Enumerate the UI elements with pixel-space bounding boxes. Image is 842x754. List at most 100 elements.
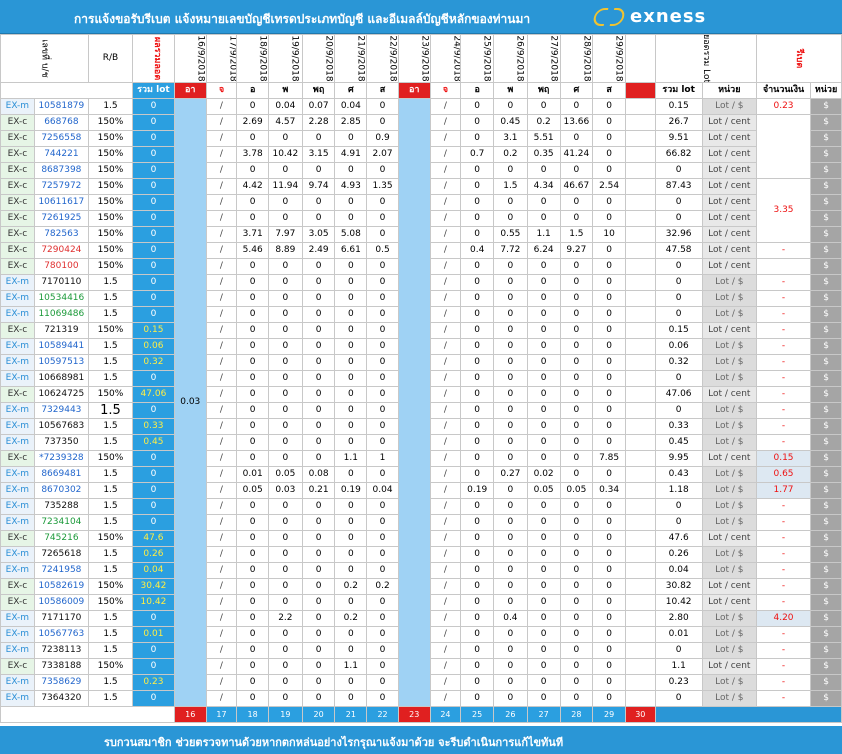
daily-lot: 13.66 <box>559 114 594 131</box>
total-lot: 2.80 <box>654 610 703 627</box>
daily-lot: 2.69 <box>236 114 269 131</box>
daily-lot: 0 <box>268 370 303 387</box>
currency-symbol: $ <box>810 466 842 483</box>
daily-lot: 0 <box>592 434 626 451</box>
daily-lot: 0 <box>268 594 303 611</box>
daily-lot: 0 <box>460 306 495 323</box>
daily-lot: / <box>205 98 238 115</box>
account-number: 10624725 <box>33 386 89 403</box>
daily-lot: 0 <box>559 498 594 515</box>
daily-lot: 0 <box>334 258 368 275</box>
account-number: 10597513 <box>33 354 89 371</box>
daily-lot: 0 <box>493 194 528 211</box>
spacer-cell <box>624 514 656 531</box>
daily-lot: 0 <box>236 578 269 595</box>
daily-lot: / <box>205 418 238 435</box>
currency-symbol: $ <box>810 418 842 435</box>
daily-lot: 0 <box>559 434 594 451</box>
daily-lot: 7.85 <box>592 450 626 467</box>
daily-lot: 0 <box>460 402 495 419</box>
daily-lot: 0 <box>301 530 336 547</box>
rb-value: 1.5 <box>87 306 133 323</box>
account-type: EX-m <box>0 354 35 371</box>
spacer-cell <box>624 354 656 371</box>
subheader-blank <box>0 82 133 99</box>
unit-value: Lot / $ <box>701 274 757 291</box>
daily-lot: 0 <box>493 562 528 579</box>
total-lot-header: ยอดรวม Lot <box>654 34 757 83</box>
daily-lot: 2.28 <box>301 114 336 131</box>
daily-lot: 3.71 <box>236 226 269 243</box>
daily-lot: 0 <box>366 610 399 627</box>
lot-sum: 0.26 <box>131 546 175 563</box>
daily-lot: 0 <box>493 434 528 451</box>
daily-lot: 2.49 <box>301 242 336 259</box>
rb-value: 150% <box>87 658 133 675</box>
currency-symbol: $ <box>810 306 842 323</box>
daily-lot: 0 <box>268 306 303 323</box>
rb-value: 1.5 <box>87 498 133 515</box>
daily-lot: 2.85 <box>334 114 368 131</box>
daily-lot: 0 <box>460 546 495 563</box>
daily-lot: 0 <box>236 626 269 643</box>
spacer-cell <box>624 386 656 403</box>
account-number: 7171170 <box>33 610 89 627</box>
daily-lot: 0 <box>268 402 303 419</box>
rb-value: 1.5 <box>87 434 133 451</box>
daily-lot: / <box>205 258 238 275</box>
rb-value: 150% <box>87 146 133 163</box>
total-lot: 0.45 <box>654 434 703 451</box>
total-lot: 32.96 <box>654 226 703 243</box>
total-lot: 0.01 <box>654 626 703 643</box>
table-row[interactable]: EX-m 10581879 1.5 0 0.03/0 0.04 0.07 0.04 0/0 0 0 0… <box>0 98 842 707</box>
account-number: 782563 <box>33 226 89 243</box>
daily-lot: 0 <box>334 642 368 659</box>
rebate-amount: - <box>755 530 812 547</box>
account-number: 780100 <box>33 258 89 275</box>
daily-lot: / <box>205 626 238 643</box>
rebate-amount: - <box>755 338 812 355</box>
daily-lot: 0 <box>559 322 594 339</box>
daily-lot: 5.08 <box>334 226 368 243</box>
unit-value: Lot / cent <box>701 242 757 259</box>
daily-lot: 6.24 <box>526 242 561 259</box>
daily-lot: 0.03 <box>268 482 303 499</box>
currency-symbol: $ <box>810 226 842 243</box>
spacer-cell <box>624 114 656 131</box>
lot-sum: 0 <box>131 114 175 131</box>
daily-lot: 0 <box>592 610 626 627</box>
account-type: EX-c <box>0 450 35 467</box>
currency-symbol: $ <box>810 658 842 675</box>
daily-lot: 0 <box>460 514 495 531</box>
daily-lot: 0 <box>268 514 303 531</box>
header-row: เลขที่ บ/ช R/B ผลรวมลอต 16/9/2018 17/9/2… <box>0 34 842 83</box>
total-lot: 0 <box>654 274 703 291</box>
day-thu: พฤ <box>526 82 561 99</box>
lot-sum: 0 <box>131 146 175 163</box>
account-number: 7358629 <box>33 674 89 691</box>
account-type: EX-m <box>0 402 35 419</box>
daily-lot: 0 <box>493 482 528 499</box>
daily-lot: 0 <box>268 642 303 659</box>
daily-lot: 0 <box>559 258 594 275</box>
account-number: 7238113 <box>33 642 89 659</box>
daily-lot: 0 <box>493 386 528 403</box>
daily-lot: 0 <box>268 418 303 435</box>
daily-lot: / <box>429 690 462 707</box>
rebate-amount: 0.23 <box>755 98 812 115</box>
account-number: 745216 <box>33 530 89 547</box>
daily-lot: 0 <box>366 210 399 227</box>
daily-lot: 0 <box>334 674 368 691</box>
daily-lot: 0 <box>493 306 528 323</box>
daily-lot: 0 <box>592 642 626 659</box>
currency-symbol: $ <box>810 610 842 627</box>
daily-lot: 0 <box>236 434 269 451</box>
daily-lot: 0.2 <box>366 578 399 595</box>
total-lot: 0.15 <box>654 322 703 339</box>
rb-value: 150% <box>87 386 133 403</box>
daily-lot: 0 <box>559 402 594 419</box>
daily-lot: 0 <box>526 546 561 563</box>
account-type: EX-m <box>0 610 35 627</box>
daily-lot: 0 <box>559 530 594 547</box>
date-header: 20/9/2018 <box>301 34 336 83</box>
